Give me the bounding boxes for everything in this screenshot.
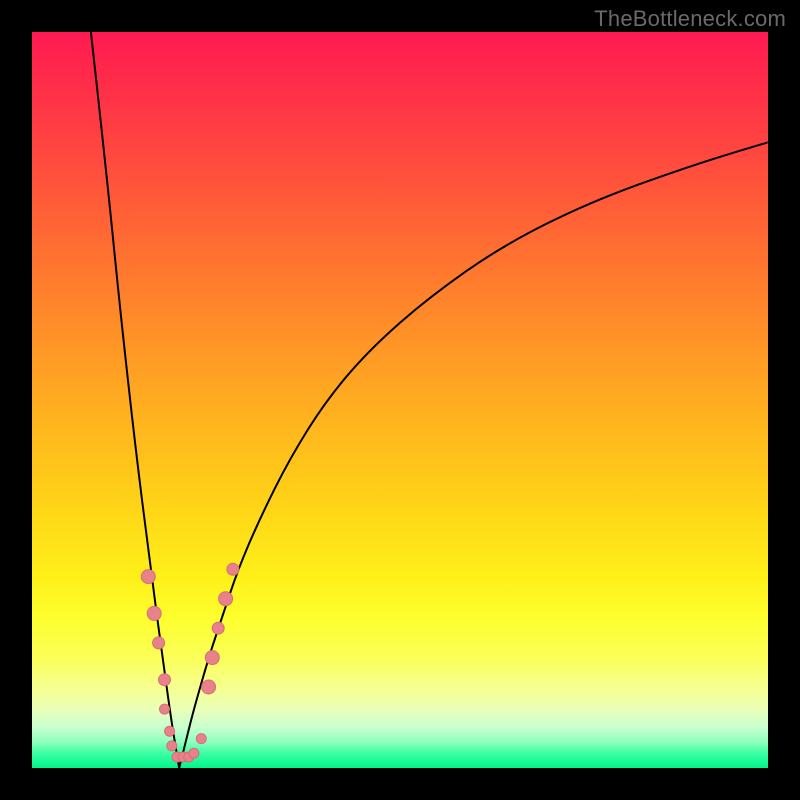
chart-frame: TheBottleneck.com (0, 0, 800, 800)
watermark-text: TheBottleneck.com (594, 6, 786, 32)
curve-right-branch (179, 142, 768, 768)
valley-marker (153, 637, 165, 649)
valley-marker (196, 734, 206, 744)
valley-marker (202, 680, 216, 694)
valley-marker (167, 741, 177, 751)
valley-marker (205, 651, 219, 665)
valley-markers (141, 563, 239, 762)
valley-marker (147, 606, 161, 620)
valley-marker (219, 592, 233, 606)
valley-marker (159, 674, 171, 686)
valley-marker (212, 622, 224, 634)
valley-marker (165, 726, 175, 736)
valley-marker (141, 570, 155, 584)
curve-left-branch (91, 32, 179, 768)
plot-area (32, 32, 768, 768)
valley-marker (189, 748, 199, 758)
valley-marker (160, 704, 170, 714)
valley-marker (227, 563, 239, 575)
chart-svg (32, 32, 768, 768)
